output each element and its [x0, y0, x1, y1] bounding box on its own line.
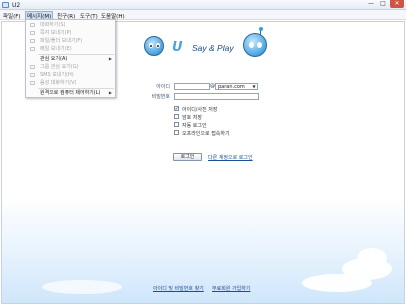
- id-label: 아이디: [156, 84, 170, 90]
- menu-item-chat[interactable]: 대화하기(S): [26, 21, 115, 29]
- menu-item-send-mail[interactable]: 메일 보내기(E): [26, 45, 115, 53]
- save-id-label: 아이디/사진 저장: [182, 107, 218, 113]
- menu-item-note[interactable]: 쪽지 보내기(P): [26, 29, 115, 37]
- menu-item-voice[interactable]: 음성 대화하기(V): [26, 79, 115, 87]
- other-account-link[interactable]: 다른 계정으로 로그인: [208, 154, 253, 161]
- chevron-right-icon: ▶: [108, 90, 112, 95]
- logo-u: U: [172, 40, 183, 55]
- cloud-decoration: [357, 248, 387, 268]
- logo: U Say & Play: [172, 40, 242, 55]
- offline-checkbox[interactable]: [174, 130, 179, 135]
- menu-item-remote-control[interactable]: 원격으로 컴퓨터 제어하기(L) ▶: [26, 89, 115, 97]
- mascot-icon: [144, 36, 164, 56]
- maximize-button[interactable]: □: [378, 0, 388, 8]
- message-menu-dropdown: 대화하기(S) 쪽지 보내기(P) 파일/폴더 보내기(F) 메일 보내기(E)…: [25, 19, 116, 98]
- title-bar: U2 — □ ✕: [0, 0, 406, 10]
- save-id-checkbox[interactable]: ✔: [174, 106, 179, 111]
- menu-item-group-interest[interactable]: 그룹 관심 요기(G): [26, 63, 115, 71]
- password-input[interactable]: [174, 93, 259, 100]
- group-icon: [30, 65, 35, 69]
- voice-icon: [30, 81, 35, 85]
- domain-select[interactable]: paran.com ▼: [215, 83, 258, 90]
- sms-icon: [30, 73, 35, 77]
- domain-value: paran.com: [218, 84, 245, 90]
- minimize-button[interactable]: —: [366, 0, 376, 8]
- cloud-decoration: [42, 280, 122, 294]
- robot-mascot-icon: [243, 27, 267, 57]
- login-button[interactable]: 로그인: [173, 153, 202, 161]
- find-account-link[interactable]: 아이디 및 비밀번호 찾기: [153, 285, 204, 292]
- id-input[interactable]: [174, 83, 210, 90]
- password-label: 비밀번호: [151, 94, 170, 100]
- menu-item-send-file[interactable]: 파일/폴더 보내기(F): [26, 37, 115, 45]
- auto-login-checkbox[interactable]: [174, 122, 179, 127]
- note-icon: [30, 31, 35, 35]
- save-password-checkbox[interactable]: [174, 114, 179, 119]
- folder-icon: [30, 39, 35, 43]
- cloud-decoration: [302, 274, 372, 292]
- chevron-right-icon: ▶: [108, 56, 112, 61]
- auto-login-label: 자동 로그인: [182, 123, 207, 129]
- mail-icon: [30, 47, 35, 51]
- menu-file[interactable]: 파일(F): [3, 12, 21, 20]
- close-button[interactable]: ✕: [390, 0, 404, 8]
- signup-link[interactable]: 무료회원 가입하기: [212, 285, 250, 292]
- menu-item-sms[interactable]: SMS 보내기(H): [26, 71, 115, 79]
- chat-icon: [30, 23, 35, 27]
- chevron-down-icon[interactable]: ▼: [251, 84, 257, 89]
- logo-tagline: Say & Play: [192, 43, 234, 53]
- save-password-label: 암호 저장: [182, 115, 202, 121]
- offline-label: 오프라인으로 접속하기: [182, 131, 230, 137]
- menu-item-interest[interactable]: 관심 요기(A) ▶: [26, 55, 115, 63]
- window-title: U2: [12, 1, 21, 9]
- app-icon: [2, 2, 9, 8]
